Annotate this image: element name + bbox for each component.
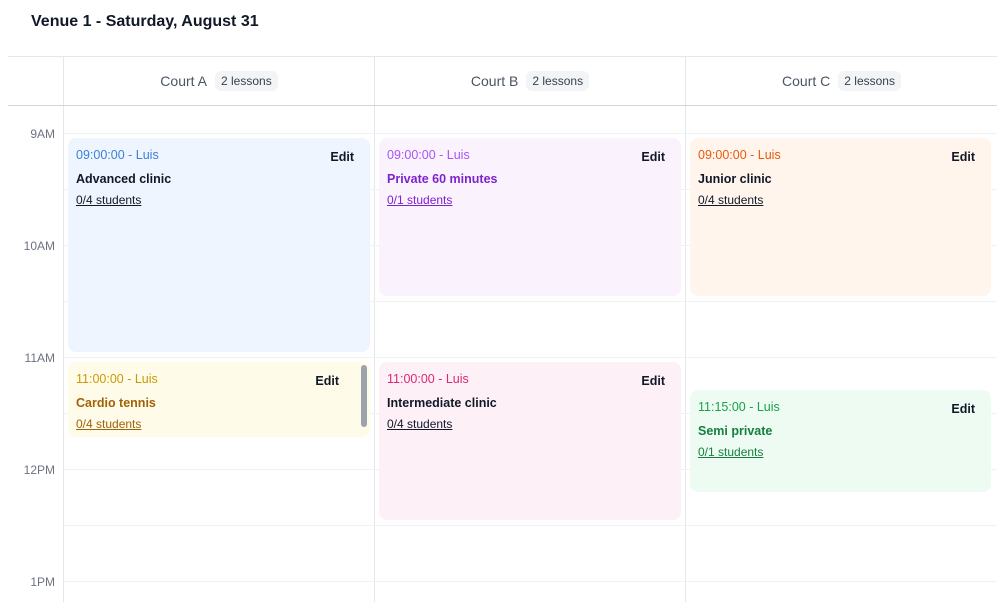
event-title: Semi private: [698, 424, 773, 438]
students-link[interactable]: 0/1 students: [387, 193, 452, 207]
lesson-event[interactable]: 09:00:00 - Luis Private 60 minutes 0/1 s…: [379, 138, 681, 296]
time-label: 10AM: [23, 239, 55, 253]
edit-button[interactable]: Edit: [315, 374, 339, 388]
event-title: Junior clinic: [698, 172, 772, 186]
lesson-count-badge: 2 lessons: [838, 71, 901, 91]
grid-line: [64, 525, 997, 526]
lesson-event[interactable]: 09:00:00 - Luis Advanced clinic 0/4 stud…: [68, 138, 370, 352]
lesson-count-badge: 2 lessons: [526, 71, 590, 91]
lesson-event[interactable]: 11:00:00 - Luis Intermediate clinic 0/4 …: [379, 362, 681, 520]
column-name: Court C: [782, 73, 831, 89]
students-link[interactable]: 0/4 students: [698, 193, 763, 207]
event-time: 09:00:00 - Luis: [387, 148, 470, 162]
edit-button[interactable]: Edit: [330, 150, 354, 164]
column-header-court-c: Court C 2 lessons: [686, 57, 997, 105]
time-label: 1PM: [30, 575, 55, 589]
calendar-grid: 9AM 10AM 11AM 12PM 1PM 09:00:00 - Luis A…: [8, 106, 997, 602]
calendar-header: Court A 2 lessons Court B 2 lessons Cour…: [8, 56, 997, 106]
scrollbar[interactable]: [361, 365, 367, 427]
edit-button[interactable]: Edit: [951, 150, 975, 164]
edit-button[interactable]: Edit: [641, 150, 665, 164]
event-title: Cardio tennis: [76, 396, 156, 410]
edit-button[interactable]: Edit: [641, 374, 665, 388]
lesson-event[interactable]: 09:00:00 - Luis Junior clinic 0/4 studen…: [690, 138, 991, 296]
lesson-count-badge: 2 lessons: [215, 71, 278, 91]
time-gutter-header: [8, 57, 64, 105]
event-time: 09:00:00 - Luis: [698, 148, 781, 162]
grid-line: [64, 133, 997, 134]
column-name: Court A: [160, 73, 207, 89]
grid-line: [64, 357, 997, 358]
students-link[interactable]: 0/4 students: [76, 417, 141, 431]
event-title: Private 60 minutes: [387, 172, 498, 186]
event-time: 09:00:00 - Luis: [76, 148, 159, 162]
students-link[interactable]: 0/4 students: [76, 193, 141, 207]
grid-line: [685, 106, 686, 602]
grid-line: [374, 106, 375, 602]
event-time: 11:00:00 - Luis: [387, 372, 469, 386]
grid-line: [64, 581, 997, 582]
page-title: Venue 1 - Saturday, August 31: [31, 13, 259, 30]
grid-line: [63, 106, 64, 602]
time-label: 11AM: [24, 351, 55, 365]
column-name: Court B: [470, 73, 519, 89]
students-link[interactable]: 0/1 students: [698, 445, 763, 459]
lesson-event[interactable]: 11:00:00 - Luis Cardio tennis 0/4 studen…: [68, 362, 370, 437]
column-header-court-b: Court B 2 lessons: [375, 57, 686, 105]
time-label: 12PM: [23, 463, 55, 477]
column-header-court-a: Court A 2 lessons: [64, 57, 375, 105]
edit-button[interactable]: Edit: [951, 402, 975, 416]
students-link[interactable]: 0/4 students: [387, 417, 452, 431]
lesson-event[interactable]: 11:15:00 - Luis Semi private 0/1 student…: [690, 390, 991, 492]
event-title: Advanced clinic: [76, 172, 172, 186]
event-time: 11:15:00 - Luis: [698, 400, 780, 414]
event-title: Intermediate clinic: [387, 396, 497, 410]
time-label: 9AM: [30, 127, 55, 141]
